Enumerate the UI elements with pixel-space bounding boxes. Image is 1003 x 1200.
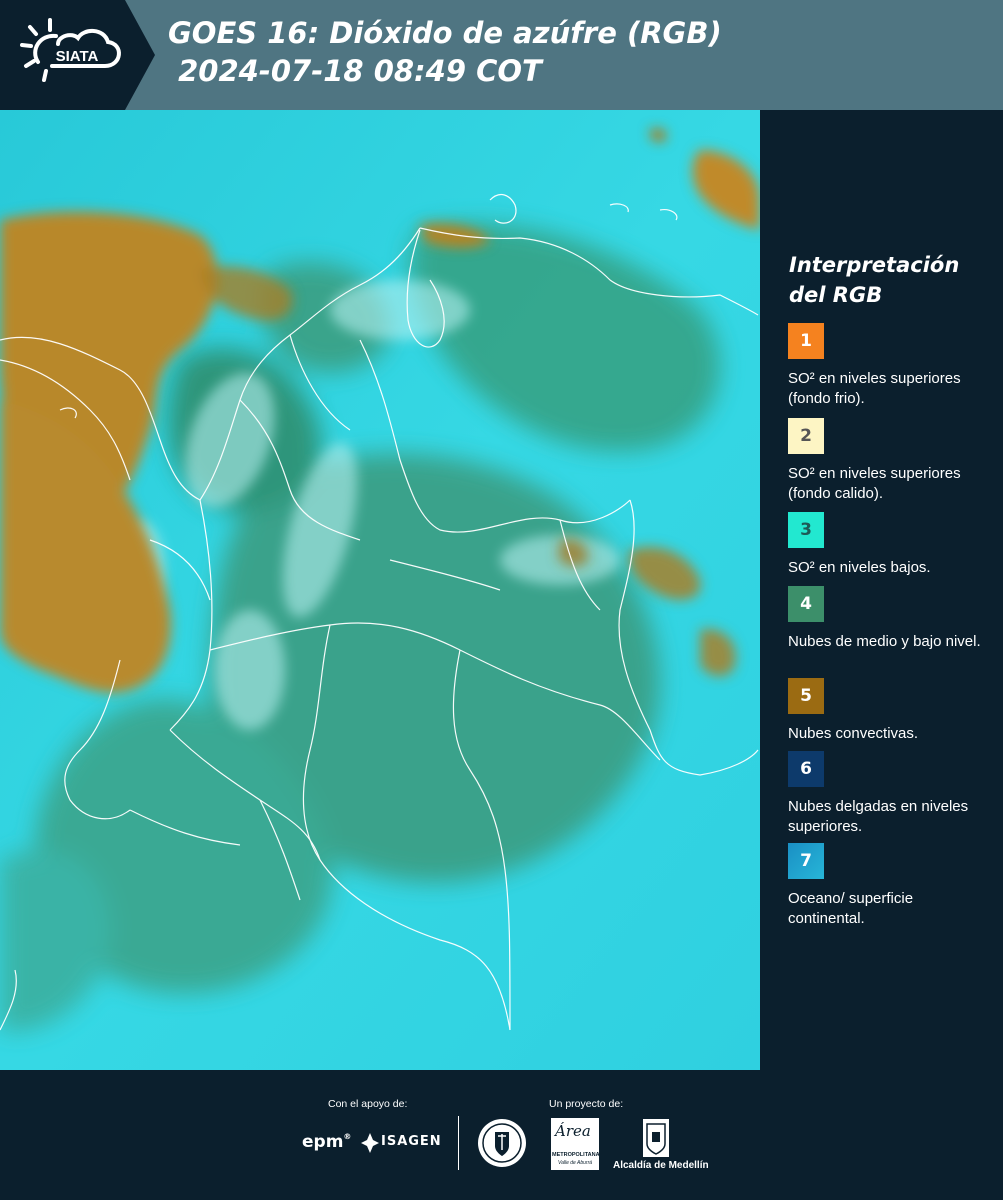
legend-label-4: Nubes de medio y bajo nivel. bbox=[788, 633, 981, 650]
satellite-imagery bbox=[0, 110, 760, 1070]
area-logo-text: Área bbox=[555, 1122, 591, 1140]
legend-label-3: SO² en niveles bajos. bbox=[788, 559, 931, 576]
legend-swatch-6: 6 bbox=[788, 751, 824, 787]
legend-number-5: 5 bbox=[800, 686, 812, 706]
siata-logo-panel: SIATA bbox=[0, 0, 155, 110]
legend-number-4: 4 bbox=[800, 594, 812, 614]
legend-label-6: Nubes delgadas en niveles superiores. bbox=[788, 798, 969, 835]
medellin-seal-icon bbox=[478, 1119, 526, 1167]
title-line-1: GOES 16: Dióxido de azúfre (RGB) bbox=[168, 16, 722, 50]
title-line-2: 2024-07-18 08:49 COT bbox=[168, 54, 542, 88]
legend-item-2: 2 SO² en niveles superiores (fondo calid… bbox=[788, 418, 993, 504]
area-logo-sub1: METROPOLITANA bbox=[552, 1152, 600, 1158]
legend-number-6: 6 bbox=[800, 759, 812, 779]
isagen-logo-text: ISAGEN bbox=[381, 1134, 442, 1149]
legend-swatch-3: 3 bbox=[788, 512, 824, 548]
legend-item-1: 1 SO² en niveles superiores (fondo frio)… bbox=[788, 323, 993, 409]
area-metropolitana-logo: Área METROPOLITANA Valle de Aburrá bbox=[551, 1118, 600, 1170]
alcaldia-shield-icon bbox=[643, 1119, 669, 1157]
area-logo-sub2: Valle de Aburrá bbox=[557, 1160, 593, 1166]
header-bar: SIATA GOES 16: Dióxido de azúfre (RGB) 2… bbox=[0, 0, 1003, 110]
legend-number-3: 3 bbox=[800, 520, 812, 540]
legend-swatch-7: 7 bbox=[788, 843, 824, 879]
epm-logo: epm® bbox=[302, 1132, 352, 1152]
legend-label-7: Oceano/ superficie continental. bbox=[788, 890, 914, 927]
alcaldia-label: Alcaldía de Medellín bbox=[613, 1160, 709, 1171]
legend-title: Interpretación del RGB bbox=[789, 253, 960, 307]
legend-swatch-2: 2 bbox=[788, 418, 824, 454]
legend-label-5: Nubes convectivas. bbox=[788, 725, 919, 742]
legend-item-4: 4 Nubes de medio y bajo nivel. bbox=[788, 586, 993, 652]
isagen-icon bbox=[361, 1133, 379, 1153]
project-label: Un proyecto de: bbox=[549, 1098, 624, 1110]
legend-swatch-4: 4 bbox=[788, 586, 824, 622]
siata-logo-text: SIATA bbox=[56, 48, 99, 65]
legend-panel: Interpretación del RGB 1 SO² en niveles … bbox=[760, 110, 1003, 1070]
legend-swatch-1: 1 bbox=[788, 323, 824, 359]
legend-number-2: 2 bbox=[800, 426, 812, 446]
legend-number-7: 7 bbox=[800, 851, 812, 871]
legend-item-5: 5 Nubes convectivas. bbox=[788, 678, 993, 744]
footer-bar: Con el apoyo de: Un proyecto de: epm® IS… bbox=[0, 1070, 1003, 1200]
legend-swatch-5: 5 bbox=[788, 678, 824, 714]
footer-divider bbox=[458, 1116, 459, 1170]
epm-logo-text: epm bbox=[302, 1132, 344, 1152]
legend-item-3: 3 SO² en niveles bajos. bbox=[788, 512, 993, 578]
support-label: Con el apoyo de: bbox=[328, 1098, 408, 1110]
legend-number-1: 1 bbox=[800, 331, 812, 351]
satellite-map bbox=[0, 110, 760, 1070]
page-title: GOES 16: Dióxido de azúfre (RGB) 2024-07… bbox=[168, 14, 722, 90]
legend-item-6: 6 Nubes delgadas en niveles superiores. bbox=[788, 751, 993, 837]
legend-label-2: SO² en niveles superiores (fondo calido)… bbox=[788, 465, 961, 502]
legend-label-1: SO² en niveles superiores (fondo frio). bbox=[788, 370, 961, 407]
legend-item-7: 7 Oceano/ superficie continental. bbox=[788, 843, 993, 929]
